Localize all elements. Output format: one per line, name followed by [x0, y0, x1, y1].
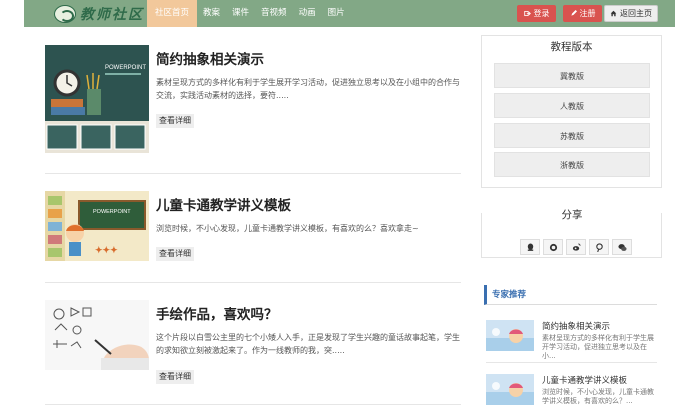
register-label: 注册: [579, 9, 596, 18]
article-thumbnail[interactable]: POWERPOINT ✦✦✦: [45, 191, 149, 261]
expert-recommend-title: 专家推荐: [484, 285, 657, 305]
cartoon-teacher-image: POWERPOINT ✦✦✦: [45, 191, 149, 261]
article-divider: [45, 404, 461, 405]
expert-item-desc: 素材呈现方式的多样化有利于学生展开学习活动，促进独立思考以及在小...: [542, 334, 654, 360]
cartoon-thumb-image: [486, 374, 534, 405]
nav-item-images[interactable]: 图片: [322, 0, 351, 27]
nav-item-home[interactable]: 社区首页: [147, 0, 198, 27]
logo-text: 教师社区: [80, 6, 144, 23]
share-panel: 分享: [481, 207, 662, 258]
article-divider: [45, 173, 461, 174]
expert-thumbnail[interactable]: [486, 374, 534, 405]
expert-item-desc: 浏览时候，不小心发现，儿童卡通教学讲义模板，有喜欢的么？...: [542, 388, 654, 405]
back-home-label: 返回主页: [620, 9, 652, 18]
article-thumbnail[interactable]: [45, 300, 149, 370]
wechat-icon[interactable]: [612, 239, 632, 255]
home-icon: [610, 10, 617, 17]
svg-text:✦✦✦: ✦✦✦: [95, 245, 118, 255]
login-label: 登录: [533, 9, 550, 18]
cartoon-thumb-image: [486, 320, 534, 351]
nav-item-audio-video[interactable]: 音视频: [255, 0, 293, 27]
qq-icon[interactable]: [520, 239, 540, 255]
share-buttons: [520, 239, 632, 255]
view-details-button[interactable]: 查看详细: [156, 114, 194, 128]
expert-thumbnail[interactable]: [486, 320, 534, 351]
expert-item[interactable]: 儿童卡通教学讲义模板 浏览时候，不小心发现，儿童卡通教学讲义模板，有喜欢的么？.…: [486, 374, 657, 408]
site-logo[interactable]: 教师社区: [54, 1, 144, 26]
thumb-caption: POWERPOINT: [105, 65, 146, 71]
login-icon: [523, 10, 531, 17]
article-card: 手绘作品，喜欢吗？ 这个片段以白雪公主里的七个小矮人入手，正是发现了学生兴趣的童…: [45, 300, 461, 386]
share-title: 分享: [552, 207, 592, 222]
version-item-jijiao[interactable]: 冀教版: [494, 63, 650, 88]
article-divider: [45, 282, 461, 283]
thumb-caption: POWERPOINT: [93, 209, 131, 215]
hand-drawing-image: [45, 300, 149, 370]
article-description: 素材呈现方式的多样化有利于学生展开学习活动，促进独立思考以及在小组中的合作与交流…: [156, 78, 460, 100]
expert-item-title[interactable]: 儿童卡通教学讲义模板: [542, 374, 627, 386]
expert-item-title[interactable]: 简约抽象相关演示: [542, 320, 610, 332]
article-description: 这个片段以白雪公主里的七个小矮人入手，正是发现了学生兴趣的童话故事起笔，学生的求…: [156, 333, 460, 355]
view-details-button[interactable]: 查看详细: [156, 247, 194, 261]
weibo-icon[interactable]: [566, 239, 586, 255]
tutorial-versions-panel: 教程版本 冀教版 人教版 苏教版 浙教版: [481, 35, 662, 188]
register-button[interactable]: 注册: [563, 5, 602, 22]
nav-item-courseware[interactable]: 课件: [226, 0, 255, 27]
main-nav: 社区首页 教案 课件 音视频 动画 图片: [147, 0, 351, 27]
article-title[interactable]: 儿童卡通教学讲义模板: [156, 194, 291, 214]
back-home-button[interactable]: 返回主页: [604, 5, 658, 22]
article-card: POWERPOINT ✦✦✦ 儿童卡通教学讲义模板 浏览时候，不小心发现，儿童卡…: [45, 191, 461, 263]
logo-emblem-icon: [54, 4, 76, 23]
version-item-zhejiao[interactable]: 浙教版: [494, 152, 650, 177]
version-item-sujiao[interactable]: 苏教版: [494, 123, 650, 148]
version-item-renjiao[interactable]: 人教版: [494, 93, 650, 118]
github-icon[interactable]: [543, 239, 563, 255]
expert-item[interactable]: 简约抽象相关演示 素材呈现方式的多样化有利于学生展开学习活动，促进独立思考以及在…: [486, 320, 657, 360]
article-title[interactable]: 手绘作品，喜欢吗？: [156, 303, 278, 323]
expert-divider: [486, 362, 657, 363]
article-thumbnail[interactable]: POWERPOINT: [45, 45, 149, 153]
article-title[interactable]: 简约抽象相关演示: [156, 48, 264, 68]
nav-item-animation[interactable]: 动画: [293, 0, 322, 27]
view-details-button[interactable]: 查看详细: [156, 370, 194, 384]
nav-item-lesson-plans[interactable]: 教案: [197, 0, 226, 27]
classroom-clock-image: POWERPOINT: [45, 45, 149, 153]
pencil-icon: [570, 10, 577, 16]
login-button[interactable]: 登录: [517, 5, 556, 22]
tencent-weibo-icon[interactable]: [589, 239, 609, 255]
versions-title: 教程版本: [550, 41, 593, 53]
article-description: 浏览时候，不小心发现，儿童卡通教学讲义模板，有喜欢的么？喜欢拿走~: [156, 224, 419, 233]
article-card: POWERPOINT 简约抽象相关演示 素材呈现方式的多样化有利于学生展开学习活…: [45, 45, 461, 155]
